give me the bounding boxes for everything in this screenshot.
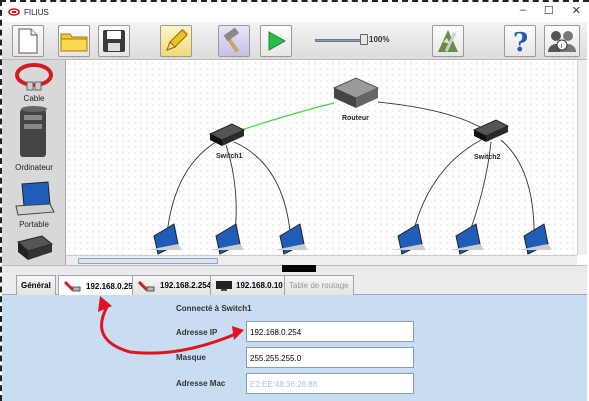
laptop-icon xyxy=(15,181,55,216)
network-canvas[interactable]: Routeur Switch1 Switch2 xyxy=(66,60,577,255)
link-router-switch2[interactable] xyxy=(377,101,489,133)
simulation-mode-button[interactable] xyxy=(218,25,250,57)
help-button[interactable]: ? xyxy=(504,25,536,57)
switch-icon xyxy=(16,235,54,260)
interface-details-panel: Connecté à Switch1 Adresse IP 192.168.0.… xyxy=(2,295,587,401)
folder-icon xyxy=(60,33,88,52)
canvas-horizontal-scroll-thumb[interactable] xyxy=(78,258,218,264)
tab-routing-table[interactable]: Table de routage xyxy=(284,275,354,295)
connected-to-label: Connecté à Switch1 xyxy=(176,304,252,313)
wizard-icon xyxy=(438,30,458,52)
laptop-node-1[interactable] xyxy=(148,223,182,255)
canvas-vertical-scrollbar[interactable] xyxy=(577,60,587,255)
floppy-disk-icon xyxy=(103,30,125,52)
tab-interface-label-1: 192.168.0.254 xyxy=(86,281,138,291)
switch1-label: Switch1 xyxy=(216,153,243,160)
new-file-button[interactable] xyxy=(12,25,44,57)
window-title: FILIUS xyxy=(24,7,49,17)
palette-item-laptop[interactable]: Portable xyxy=(2,180,65,229)
palette-item-switch[interactable] xyxy=(2,232,65,264)
palette-item-cable[interactable]: Cable xyxy=(2,62,65,103)
computer-icon xyxy=(20,106,47,157)
router-node[interactable] xyxy=(332,77,380,108)
link-switch2-laptop6[interactable] xyxy=(500,139,535,243)
mac-address-field: E2:EE:48:36:26:88 xyxy=(246,373,414,394)
pencil-icon xyxy=(166,29,188,51)
tab-interface-192-168-2-254[interactable]: 192.168.2.254 xyxy=(132,275,217,295)
hammer-icon xyxy=(223,28,240,53)
close-button[interactable]: ✕ xyxy=(572,4,581,17)
monitor-icon xyxy=(216,280,232,291)
palette-label-laptop: Portable xyxy=(19,220,49,229)
design-mode-button[interactable] xyxy=(160,25,192,57)
run-button[interactable] xyxy=(260,25,292,57)
toolbar: 100% ? i xyxy=(2,22,587,60)
ip-address-label: Adresse IP xyxy=(176,328,218,337)
save-button[interactable] xyxy=(98,25,130,57)
new-file-icon xyxy=(18,28,38,54)
laptop-node-5[interactable] xyxy=(450,223,484,255)
tab-general[interactable]: Général xyxy=(16,275,56,295)
canvas-horizontal-scrollbar[interactable] xyxy=(66,255,577,265)
tab-interface-192-168-0-254[interactable]: 192.168.0.254 xyxy=(58,275,143,296)
link-switch2-laptop4[interactable] xyxy=(410,139,482,243)
laptop-node-4[interactable] xyxy=(392,223,426,255)
title-bar: FILIUS – ☐ ✕ xyxy=(2,2,587,22)
cable-icon xyxy=(137,280,155,291)
laptop-node-2[interactable] xyxy=(210,223,244,255)
switch2-node[interactable] xyxy=(472,119,510,142)
svg-text:?: ? xyxy=(513,28,528,55)
laptop-node-3[interactable] xyxy=(274,223,308,255)
router-label: Routeur xyxy=(342,115,369,122)
play-icon xyxy=(268,31,287,51)
open-button[interactable] xyxy=(58,25,90,57)
palette-item-computer[interactable]: Ordinateur xyxy=(2,105,65,172)
switch2-label: Switch2 xyxy=(474,154,501,161)
properties-tabs: Général 192.168.0.254 192.168.2.254 192.… xyxy=(2,272,587,296)
cable-icon xyxy=(15,63,53,91)
palette-label-computer: Ordinateur xyxy=(15,163,53,172)
palette-label-cable: Cable xyxy=(23,94,45,103)
panel-divider-handle[interactable] xyxy=(282,265,316,272)
info-users-icon: i xyxy=(548,31,576,52)
mac-address-label: Adresse Mac xyxy=(176,379,226,388)
ip-address-field[interactable]: 192.168.0.254 xyxy=(246,321,414,342)
netmask-label: Masque xyxy=(176,353,206,362)
zoom-slider-thumb[interactable] xyxy=(360,34,368,45)
filius-logo-icon xyxy=(8,6,20,18)
laptop-node-6[interactable] xyxy=(518,223,552,255)
wizard-button[interactable] xyxy=(432,25,464,57)
help-icon: ? xyxy=(513,28,528,55)
tab-interface-label-2: 192.168.2.254 xyxy=(160,281,212,290)
network-canvas-area: Routeur Switch1 Switch2 xyxy=(66,60,587,265)
link-switch1-laptop3[interactable] xyxy=(233,141,292,243)
tab-interface-192-168-0-10[interactable]: 192.168.0.10 xyxy=(210,275,288,295)
tab-general-label: Général xyxy=(21,281,51,290)
zoom-label: 100% xyxy=(369,35,390,44)
tab-routing-table-label: Table de routage xyxy=(289,281,349,290)
maximize-button[interactable]: ☐ xyxy=(544,4,554,17)
info-button[interactable]: i xyxy=(544,25,580,57)
netmask-field[interactable]: 255.255.255.0 xyxy=(246,347,414,368)
minimize-button[interactable]: – xyxy=(520,4,526,17)
tab-interface-label-3: 192.168.0.10 xyxy=(236,281,283,290)
cable-icon xyxy=(63,280,81,292)
component-palette: Cable Ordinateur Portable xyxy=(2,60,66,265)
